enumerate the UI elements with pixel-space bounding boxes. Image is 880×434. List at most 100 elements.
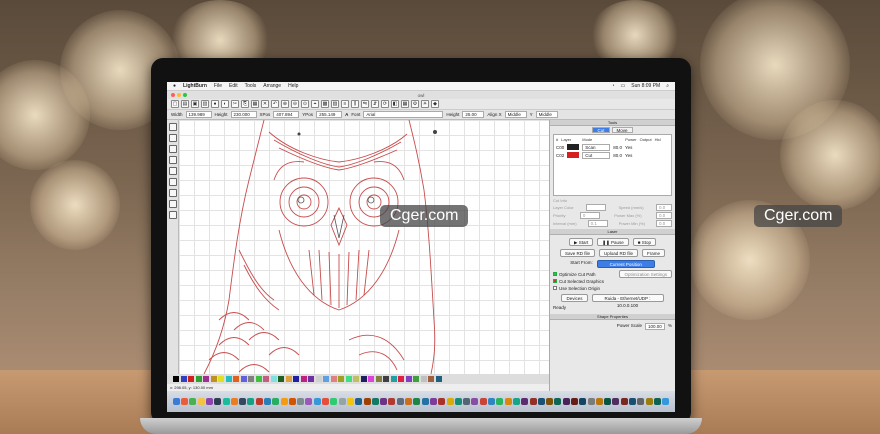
polygon-tool-icon[interactable] — [169, 178, 177, 186]
palette-swatch[interactable] — [180, 376, 187, 382]
group-icon[interactable]: ▩ — [321, 100, 329, 108]
dock-app-icon[interactable] — [214, 398, 222, 405]
width-input[interactable]: 139.989 — [185, 111, 212, 118]
upload-rd-button[interactable]: Upload RD file — [598, 249, 638, 257]
palette-swatch[interactable] — [360, 376, 367, 382]
ungroup-icon[interactable]: ▨ — [331, 100, 339, 108]
field-input[interactable] — [586, 203, 607, 211]
palette-swatch[interactable] — [173, 376, 179, 382]
palette-swatch[interactable] — [210, 376, 217, 382]
print-icon[interactable]: ▥ — [201, 100, 209, 108]
dock-app-icon[interactable] — [313, 398, 321, 405]
dock-app-icon[interactable] — [189, 398, 197, 405]
palette-swatch[interactable] — [375, 376, 382, 382]
apple-icon[interactable]: ● — [173, 83, 176, 89]
dock-app-icon[interactable] — [496, 398, 504, 405]
dock-app-icon[interactable] — [587, 398, 595, 405]
new-file-icon[interactable]: ▢ — [171, 100, 179, 108]
palette-swatch[interactable] — [285, 376, 292, 382]
mirror-icon[interactable]: ◧ — [391, 100, 399, 108]
dock-app-icon[interactable] — [438, 398, 446, 405]
stop-button[interactable]: ■ Stop — [632, 238, 657, 246]
dock-app-icon[interactable] — [479, 398, 487, 405]
palette-swatch[interactable] — [435, 376, 442, 382]
open-file-icon[interactable]: ▤ — [181, 100, 189, 108]
select-tool-icon[interactable] — [169, 123, 177, 131]
palette-swatch[interactable] — [240, 376, 247, 382]
palette-swatch[interactable] — [255, 376, 262, 382]
dock-app-icon[interactable] — [537, 398, 545, 405]
dock-app-icon[interactable] — [463, 398, 471, 405]
palette-swatch[interactable] — [330, 376, 337, 382]
dock-app-icon[interactable] — [446, 398, 454, 405]
device-select[interactable]: Ruida - Ethernet/UDP : 10.0.0.100 — [591, 294, 664, 308]
dock-app-icon[interactable] — [363, 398, 371, 405]
align-x-select[interactable]: Middle — [504, 111, 527, 118]
dock-app-icon[interactable] — [488, 398, 496, 405]
dock-app-icon[interactable] — [338, 398, 346, 405]
dock-app-icon[interactable] — [529, 398, 537, 405]
palette-swatch[interactable] — [353, 376, 359, 382]
cut-row[interactable]: C02 Cut 80.0 Yes — [554, 151, 671, 159]
field-input[interactable]: 0.1 — [587, 219, 608, 227]
line-tool-icon[interactable] — [169, 145, 177, 153]
palette-swatch[interactable] — [300, 376, 307, 382]
field-input[interactable]: 0.0 — [655, 219, 672, 227]
zoom-fit-icon[interactable]: ⊙ — [301, 100, 309, 108]
array-icon[interactable]: ▦ — [401, 100, 409, 108]
dock-app-icon[interactable] — [579, 398, 587, 405]
dock-app-icon[interactable] — [637, 398, 645, 405]
dock-app-icon[interactable] — [421, 398, 429, 405]
edit-nodes-icon[interactable] — [169, 134, 177, 142]
distribute-icon[interactable]: ⫼ — [351, 100, 359, 108]
optimization-settings-button[interactable]: Optimization Settings — [619, 270, 672, 278]
dock-app-icon[interactable] — [653, 398, 661, 405]
dock-app-icon[interactable] — [380, 398, 388, 405]
settings-icon[interactable]: ⚙ — [411, 100, 419, 108]
dock-app-icon[interactable] — [471, 398, 479, 405]
layer-output[interactable]: Yes — [625, 145, 632, 150]
dock-app-icon[interactable] — [322, 398, 330, 405]
dock-app-icon[interactable] — [222, 398, 230, 405]
palette-swatch[interactable] — [345, 376, 352, 382]
dock-app-icon[interactable] — [355, 398, 363, 405]
save-rd-button[interactable]: Save RD file — [559, 249, 595, 257]
dock-app-icon[interactable] — [247, 398, 255, 405]
light-icon[interactable]: ☀ — [421, 100, 429, 108]
flip-h-icon[interactable]: ⇋ — [361, 100, 369, 108]
cut-row[interactable]: C00 Scan 80.0 Yes — [554, 143, 671, 151]
ypos-input[interactable]: 255.149 — [316, 111, 343, 118]
search-icon[interactable]: ⌕ — [666, 83, 669, 89]
zoom-out-icon[interactable]: ⊖ — [291, 100, 299, 108]
menu-edit[interactable]: Edit — [229, 83, 238, 89]
palette-swatch[interactable] — [233, 376, 239, 382]
dock-app-icon[interactable] — [454, 398, 462, 405]
dock-app-icon[interactable] — [205, 398, 213, 405]
design-canvas[interactable] — [179, 119, 549, 375]
menubar-clock[interactable]: Sun 8:09 PM — [631, 83, 660, 89]
dock-app-icon[interactable] — [546, 398, 554, 405]
dock-app-icon[interactable] — [239, 398, 247, 405]
tab-cut[interactable]: Cut — [592, 127, 610, 133]
dock-app-icon[interactable] — [197, 398, 205, 405]
frame-icon[interactable]: ⌖ — [311, 100, 319, 108]
palette-swatch[interactable] — [398, 376, 404, 382]
dock-app-icon[interactable] — [388, 398, 396, 405]
palette-swatch[interactable] — [368, 376, 374, 382]
start-from-select[interactable]: Current Position — [596, 260, 655, 268]
laser-icon[interactable]: ◆ — [431, 100, 439, 108]
delete-icon[interactable]: ✕ — [261, 100, 269, 108]
optimize-checkbox[interactable] — [553, 272, 557, 276]
ellipse-tool-icon[interactable] — [169, 167, 177, 175]
menu-help[interactable]: Help — [288, 83, 298, 89]
copy-icon[interactable]: ⎘ — [241, 100, 249, 108]
font-height-input[interactable]: 25.00 — [462, 111, 485, 118]
dock-app-icon[interactable] — [645, 398, 653, 405]
battery-icon[interactable]: ▭ — [621, 83, 626, 89]
layer-output[interactable]: Yes — [625, 153, 632, 158]
dock-app-icon[interactable] — [512, 398, 520, 405]
dock-app-icon[interactable] — [405, 398, 413, 405]
palette-swatch[interactable] — [263, 376, 269, 382]
palette-swatch[interactable] — [248, 376, 254, 382]
xpos-input[interactable]: 407.894 — [273, 111, 300, 118]
